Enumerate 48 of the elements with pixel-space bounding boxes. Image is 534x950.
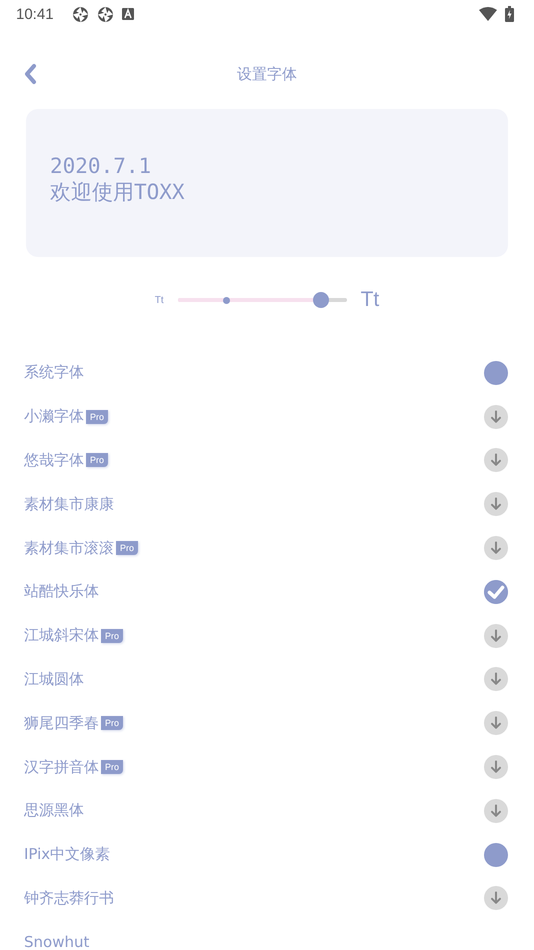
installed-dot-icon[interactable] [484, 360, 508, 385]
download-icon[interactable] [484, 448, 508, 472]
battery-icon [505, 6, 514, 22]
font-name[interactable]: 狮尾四季春 [24, 714, 99, 733]
font-name[interactable]: 思源黑体 [24, 801, 84, 820]
preview-text: 2020.7.1 [50, 153, 152, 179]
aperture-icon [96, 6, 114, 22]
font-name[interactable]: 小濑字体 [24, 407, 84, 426]
download-icon[interactable] [484, 711, 508, 736]
font-name[interactable]: 系统字体 [24, 363, 84, 382]
selected-check-icon[interactable] [484, 580, 508, 604]
font-name[interactable]: IPix中文像素 [24, 845, 110, 864]
download-icon[interactable] [484, 755, 508, 780]
pro-badge: Pro [116, 541, 138, 556]
font-name[interactable]: 江城斜宋体 [24, 626, 99, 646]
download-icon[interactable] [484, 492, 508, 516]
font-name[interactable]: 钟齐志莽行书 [24, 888, 114, 908]
pro-badge: Pro [101, 716, 124, 730]
font-name[interactable]: 江城圆体 [24, 670, 84, 689]
font-name[interactable]: 素材集市康康 [24, 494, 114, 514]
pro-badge: Pro [101, 760, 124, 774]
page-title: 设置字体 [237, 64, 297, 84]
font-name[interactable]: 素材集市滚滚 [24, 538, 114, 558]
wifi-icon [479, 7, 497, 21]
download-icon[interactable] [484, 667, 508, 692]
slider-thumb[interactable] [313, 292, 330, 308]
pro-badge: Pro [86, 410, 108, 424]
font-name[interactable]: Snowhut [24, 933, 90, 950]
download-icon[interactable] [484, 798, 508, 823]
default-size-tick [223, 296, 230, 304]
font-size-slider[interactable] [178, 292, 347, 308]
small-size-label: Tt [154, 294, 164, 306]
pro-badge: Pro [101, 628, 124, 643]
status-time: 10:41 [16, 6, 54, 22]
back-icon[interactable] [23, 63, 37, 85]
keyboard-icon [122, 8, 134, 20]
font-name[interactable]: 站酷快乐体 [24, 582, 99, 602]
preview-text: 欢迎使用TOXX [50, 179, 186, 205]
font-name[interactable]: 悠哉字体 [24, 450, 84, 470]
installed-dot-icon[interactable] [484, 842, 508, 867]
download-icon[interactable] [484, 404, 508, 429]
pro-badge: Pro [86, 453, 108, 468]
aperture-icon [72, 6, 89, 22]
download-icon[interactable] [484, 536, 508, 560]
download-icon[interactable] [484, 886, 508, 910]
large-size-label: Tt [360, 288, 380, 312]
download-icon[interactable] [484, 624, 508, 648]
font-name[interactable]: 汉字拼音体 [24, 758, 99, 777]
